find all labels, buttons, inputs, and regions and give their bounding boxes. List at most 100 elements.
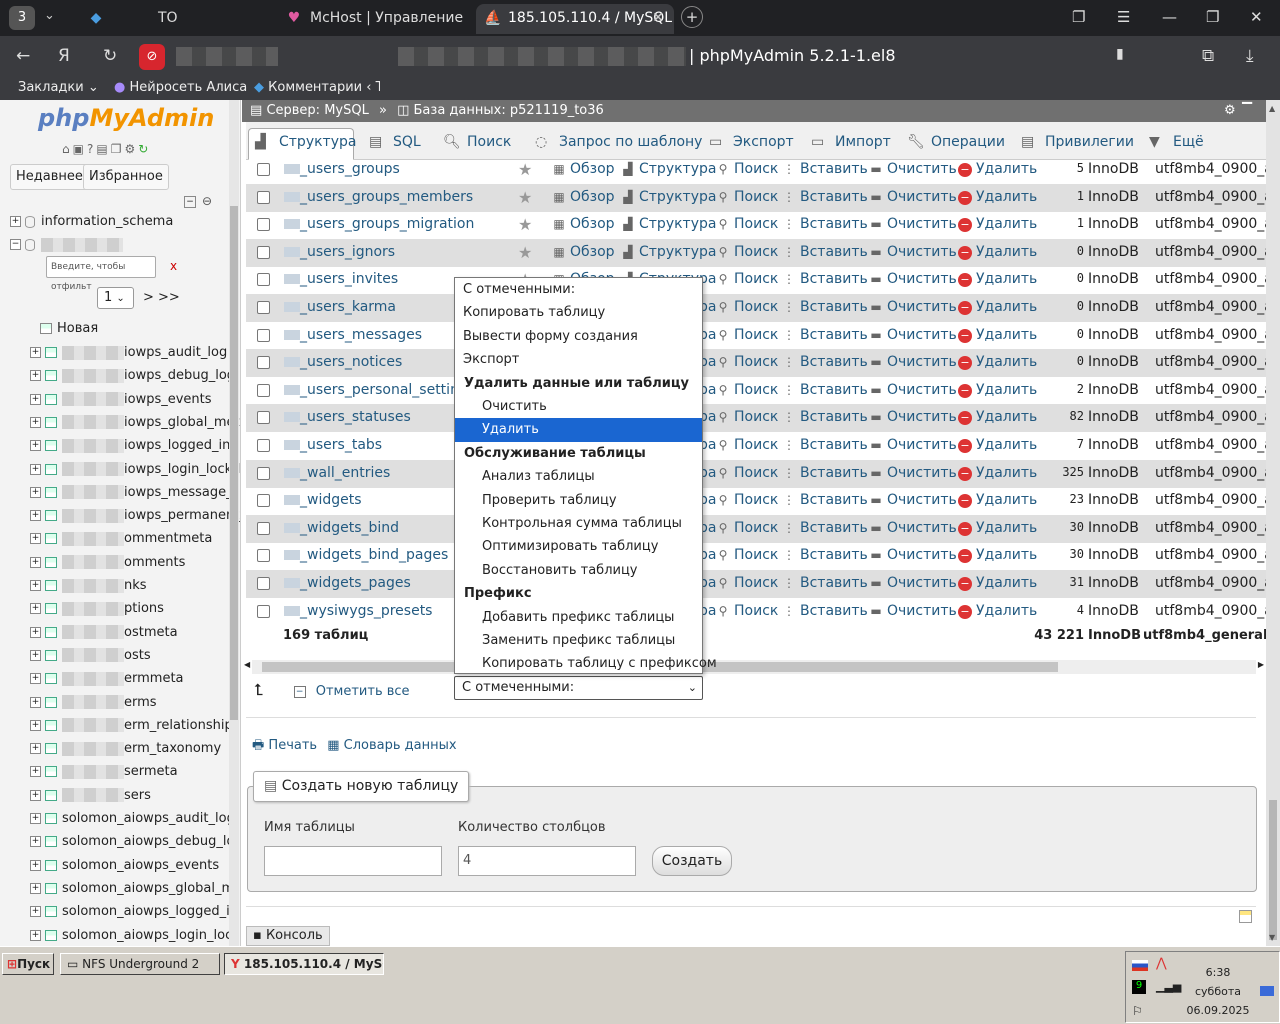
menu-item[interactable]: Контрольная сумма таблицы bbox=[455, 512, 702, 536]
page-select[interactable]: 1 ⌄ bbox=[97, 287, 134, 309]
collapse-icon[interactable]: − bbox=[10, 239, 21, 250]
tray-monitor-icon[interactable]: 9 bbox=[1132, 980, 1146, 994]
row-insert-link[interactable]: ⋮ Вставить bbox=[782, 271, 868, 287]
row-structure-link[interactable]: ▟Структура bbox=[621, 244, 716, 260]
row-structure-link[interactable]: ▟Структура bbox=[621, 189, 716, 205]
expand-icon[interactable]: + bbox=[30, 813, 41, 824]
menu-item[interactable]: Вывести форму создания bbox=[455, 325, 702, 349]
logout-icon[interactable]: ▣ bbox=[73, 142, 87, 156]
table-name-link[interactable]: _widgets_bind_pages bbox=[284, 547, 448, 563]
menu-item[interactable]: Оптимизировать таблицу bbox=[455, 535, 702, 559]
table-name-link[interactable]: _widgets_pages bbox=[284, 575, 411, 591]
row-checkbox[interactable] bbox=[257, 218, 270, 232]
sidebar-table-item[interactable]: + iowps_login_lockd bbox=[30, 462, 240, 477]
table-name-link[interactable]: _users_karma bbox=[284, 299, 396, 315]
expand-icon[interactable]: + bbox=[30, 719, 41, 731]
close-tab-icon[interactable]: ✕ bbox=[652, 4, 664, 32]
sidebar-table-item[interactable]: + iowps_global_met bbox=[30, 415, 240, 430]
bookmark-comments[interactable]: ◆ Комментарии ‹ ТС bbox=[254, 80, 380, 95]
menu-item[interactable]: Удалить bbox=[455, 418, 702, 443]
scroll-down-icon[interactable]: ▼ bbox=[1269, 933, 1275, 942]
expand-icon[interactable]: + bbox=[30, 533, 41, 545]
expand-icon[interactable]: + bbox=[30, 603, 41, 615]
expand-icon[interactable]: + bbox=[30, 673, 41, 685]
table-name-link[interactable]: _users_personal_settings bbox=[284, 382, 475, 398]
scroll-right-icon[interactable]: ▶ bbox=[1258, 660, 1264, 669]
sidebar-table-item[interactable]: + nks bbox=[30, 578, 147, 593]
expand-icon[interactable]: + bbox=[30, 743, 41, 755]
star-icon[interactable]: ★ bbox=[518, 243, 532, 262]
recent-button[interactable]: Недавнее bbox=[10, 164, 89, 190]
collapse-all-icon[interactable]: − bbox=[184, 196, 196, 208]
security-warning-icon[interactable]: ⊘ bbox=[139, 44, 165, 70]
row-empty-link[interactable]: ▬ Очистить bbox=[869, 327, 956, 343]
row-empty-link[interactable]: ▬ Очистить bbox=[869, 547, 956, 563]
sidebar-table-item[interactable]: + iowps_message_s bbox=[30, 485, 239, 500]
sidebar-table-item[interactable]: + iowps_events bbox=[30, 392, 212, 407]
expand-icon[interactable]: + bbox=[30, 836, 41, 848]
row-insert-link[interactable]: ⋮ Вставить bbox=[782, 189, 868, 205]
menu-item[interactable]: Копировать таблицу bbox=[455, 301, 702, 325]
row-insert-link[interactable]: ⋮ Вставить bbox=[782, 492, 868, 508]
table-filter-input[interactable]: Введите, чтобы отфильт bbox=[46, 256, 156, 292]
sidebar-table-item[interactable]: + erms bbox=[30, 695, 157, 710]
row-search-link[interactable]: ⚲ Поиск bbox=[716, 354, 779, 370]
download-icon[interactable]: ⤓ bbox=[1246, 46, 1254, 66]
row-empty-link[interactable]: ▬ Очистить bbox=[869, 354, 956, 370]
row-insert-link[interactable]: ⋮ Вставить bbox=[782, 547, 868, 563]
row-checkbox[interactable] bbox=[257, 383, 270, 397]
expand-icon[interactable]: + bbox=[30, 416, 41, 428]
table-name-link[interactable]: _wall_entries bbox=[284, 465, 390, 481]
minimize-icon[interactable]: — bbox=[1162, 8, 1177, 26]
sidebar-table-item[interactable]: + iowps_audit_log bbox=[30, 345, 227, 360]
address-text[interactable]: | phpMyAdmin 5.2.1-1.el8 bbox=[689, 46, 896, 65]
star-icon[interactable]: ★ bbox=[518, 188, 532, 207]
table-name-link[interactable]: _widgets_bind bbox=[284, 520, 399, 536]
with-selected-select[interactable]: С отмеченными: ⌄ bbox=[454, 676, 703, 700]
expand-icon[interactable]: + bbox=[30, 347, 41, 358]
task-nfs[interactable]: ▭ NFS Underground 2 bbox=[60, 953, 220, 975]
reload-icon[interactable]: ↻ bbox=[103, 46, 117, 66]
sidebar-table-item[interactable]: + erm_relationships bbox=[30, 718, 239, 733]
menu-icon[interactable]: ☰ bbox=[1117, 8, 1130, 26]
row-search-link[interactable]: ⚲ Поиск bbox=[716, 520, 779, 536]
data-dictionary-link[interactable]: Словарь данных bbox=[344, 738, 457, 753]
sidebar-table-item[interactable]: + ostmeta bbox=[30, 625, 178, 640]
chevron-down-icon[interactable]: ⌄ bbox=[44, 8, 55, 23]
breadcrumb-database[interactable]: База данных: p521119_to36 bbox=[414, 103, 604, 118]
row-browse-link[interactable]: ▦Обзор bbox=[552, 161, 614, 177]
row-search-link[interactable]: ⚲ Поиск bbox=[716, 299, 779, 315]
row-checkbox[interactable] bbox=[257, 466, 270, 480]
display-icon[interactable] bbox=[1260, 986, 1274, 996]
columns-count-input[interactable]: 4 bbox=[458, 846, 636, 876]
row-search-link[interactable]: ⚲ Поиск bbox=[716, 189, 779, 205]
row-insert-link[interactable]: ⋮ Вставить bbox=[782, 327, 868, 343]
expand-icon[interactable]: + bbox=[30, 929, 41, 941]
browser-tab-3[interactable]: ⛵ 185.105.110.4 / MySQL ✕ bbox=[476, 4, 674, 34]
row-search-link[interactable]: ⚲ Поиск bbox=[716, 244, 779, 260]
print-link[interactable]: Печать bbox=[268, 738, 317, 753]
row-empty-link[interactable]: ▬ Очистить bbox=[869, 520, 956, 536]
menu-item[interactable]: Анализ таблицы bbox=[455, 465, 702, 489]
tray-app-icon[interactable]: ⋀ bbox=[1156, 956, 1167, 971]
table-name-link[interactable]: _users_notices bbox=[284, 354, 402, 370]
db-information-schema[interactable]: + information_schema bbox=[10, 214, 173, 229]
row-search-link[interactable]: ⚲ Поиск bbox=[716, 547, 779, 563]
expand-icon[interactable]: + bbox=[30, 463, 41, 475]
row-empty-link[interactable]: ▬ Очистить bbox=[869, 299, 956, 315]
row-checkbox[interactable] bbox=[257, 439, 270, 452]
row-checkbox[interactable] bbox=[257, 356, 270, 370]
task-browser[interactable]: Y 185.105.110.4 / MySQ... bbox=[224, 953, 384, 975]
expand-icon[interactable]: + bbox=[30, 626, 41, 638]
table-name-link[interactable]: _users_ignors bbox=[284, 244, 395, 260]
sidebar-scroll-thumb[interactable] bbox=[230, 206, 238, 720]
sidebar-table-item[interactable]: + iowps_permanent_ bbox=[30, 508, 240, 523]
row-empty-link[interactable]: ▬ Очистить bbox=[869, 603, 956, 619]
row-checkbox[interactable] bbox=[257, 604, 270, 618]
menu-item[interactable]: Копировать таблицу с префиксом bbox=[455, 652, 717, 676]
expand-icon[interactable]: + bbox=[30, 486, 41, 498]
sidebar-table-item[interactable]: + solomon_aiowps_global_m bbox=[30, 881, 234, 896]
expand-icon[interactable]: + bbox=[30, 556, 41, 568]
sidebar-table-item[interactable]: + solomon_aiowps_audit_log bbox=[30, 811, 235, 826]
row-empty-link[interactable]: ▬ Очистить bbox=[869, 409, 956, 425]
